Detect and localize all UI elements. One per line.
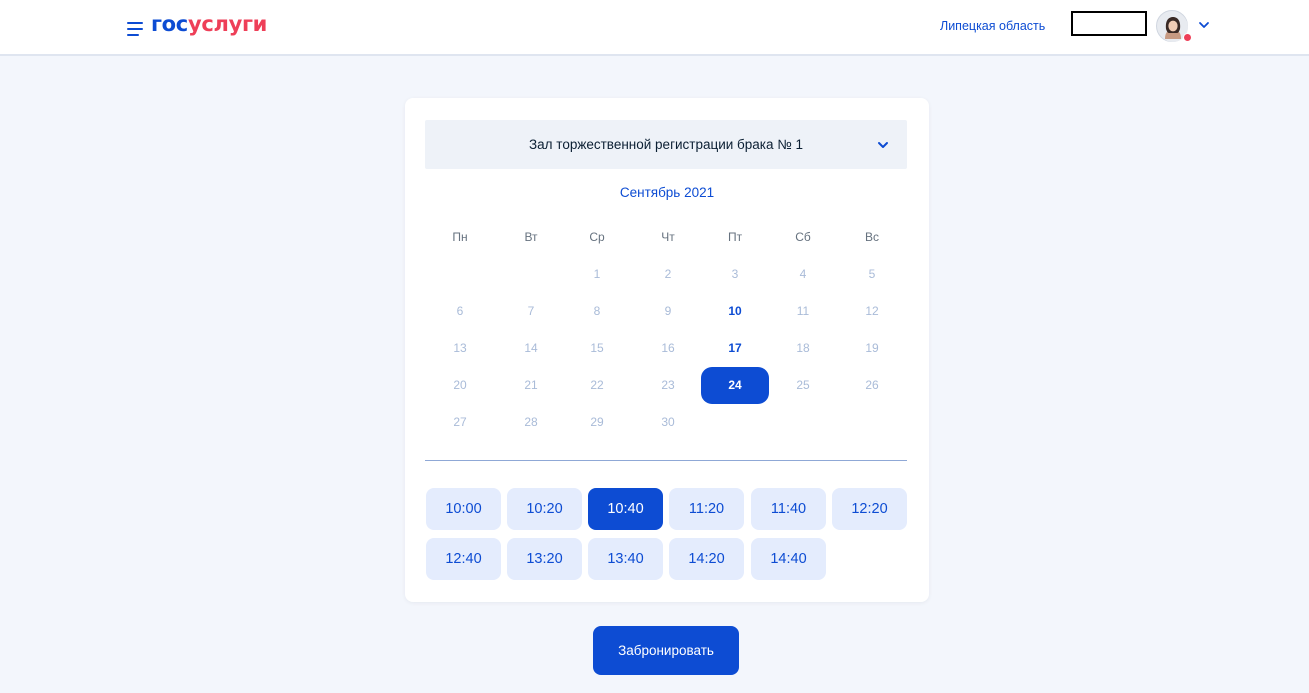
user-name-box[interactable] xyxy=(1071,11,1147,36)
calendar-month-title: Сентябрь 2021 xyxy=(619,185,715,200)
time-slot[interactable]: 14:40 xyxy=(751,538,826,580)
notification-dot xyxy=(1183,33,1192,42)
calendar-day: 11 xyxy=(796,303,810,318)
hall-select-value: Зал торжественной регистрации брака № 1 xyxy=(529,137,803,152)
calendar-day-selected[interactable]: 24 xyxy=(701,366,769,404)
time-slot[interactable]: 12:20 xyxy=(832,488,907,530)
calendar-day: 12 xyxy=(865,303,879,318)
calendar-day[interactable]: 17 xyxy=(701,330,769,367)
calendar-day: 19 xyxy=(865,340,879,355)
calendar-day: 4 xyxy=(799,266,807,281)
hamburger-menu-icon[interactable] xyxy=(127,22,143,36)
calendar-day: 30 xyxy=(661,414,675,429)
time-slot[interactable]: 10:20 xyxy=(507,488,582,530)
region-selector[interactable]: Липецкая область xyxy=(940,19,1045,33)
calendar-day: 9 xyxy=(664,303,672,318)
top-header: госуслуги Липецкая область xyxy=(0,0,1309,56)
weekday-label: Чт xyxy=(661,230,675,244)
calendar-day: 22 xyxy=(590,377,604,392)
divider xyxy=(425,460,907,461)
gosuslugi-logo[interactable]: госуслуги xyxy=(151,12,267,36)
calendar-day: 18 xyxy=(796,340,810,355)
time-slot[interactable]: 11:40 xyxy=(751,488,826,530)
weekday-label: Ср xyxy=(589,230,605,244)
time-slot[interactable]: 12:40 xyxy=(426,538,501,580)
calendar-day: 6 xyxy=(456,303,464,318)
calendar-day[interactable]: 10 xyxy=(701,293,769,330)
weekday-label: Пт xyxy=(727,230,743,244)
weekday-label: Вс xyxy=(864,230,879,244)
time-slot[interactable]: 10:00 xyxy=(426,488,501,530)
calendar-day: 1 xyxy=(593,266,601,281)
calendar-day: 16 xyxy=(661,340,675,355)
booking-card: Зал торжественной регистрации брака № 1 … xyxy=(405,98,929,602)
calendar-day: 2 xyxy=(664,266,672,281)
calendar-day: 13 xyxy=(453,340,467,355)
calendar-day: 8 xyxy=(593,303,601,318)
chevron-down-icon[interactable] xyxy=(877,140,889,150)
calendar-day: 5 xyxy=(868,266,876,281)
time-slot[interactable]: 13:20 xyxy=(507,538,582,580)
calendar-day: 20 xyxy=(453,377,467,392)
time-slot-selected[interactable]: 10:40 xyxy=(588,488,663,530)
weekday-label: Сб xyxy=(795,230,811,244)
calendar-day: 7 xyxy=(527,303,535,318)
weekday-label: Вт xyxy=(524,230,538,244)
book-button[interactable]: Забронировать xyxy=(593,626,739,675)
calendar-day: 29 xyxy=(590,414,604,429)
calendar-day: 23 xyxy=(661,377,675,392)
logo-part-gos: гос xyxy=(151,12,188,36)
hall-select-dropdown[interactable]: Зал торжественной регистрации брака № 1 xyxy=(425,120,907,169)
calendar-day: 21 xyxy=(524,377,538,392)
time-slot[interactable]: 13:40 xyxy=(588,538,663,580)
calendar-day: 15 xyxy=(590,340,604,355)
time-slot[interactable]: 11:20 xyxy=(669,488,744,530)
time-slot[interactable]: 14:20 xyxy=(669,538,744,580)
logo-part-uslugi: услуги xyxy=(187,12,268,36)
chevron-down-icon[interactable] xyxy=(1198,20,1210,30)
calendar-day: 28 xyxy=(524,414,538,429)
calendar-day: 27 xyxy=(453,414,467,429)
calendar-day: 14 xyxy=(524,340,538,355)
weekday-label: Пн xyxy=(452,230,468,244)
calendar-day: 26 xyxy=(865,377,879,392)
calendar-day: 3 xyxy=(731,266,739,281)
calendar-day: 25 xyxy=(796,377,810,392)
